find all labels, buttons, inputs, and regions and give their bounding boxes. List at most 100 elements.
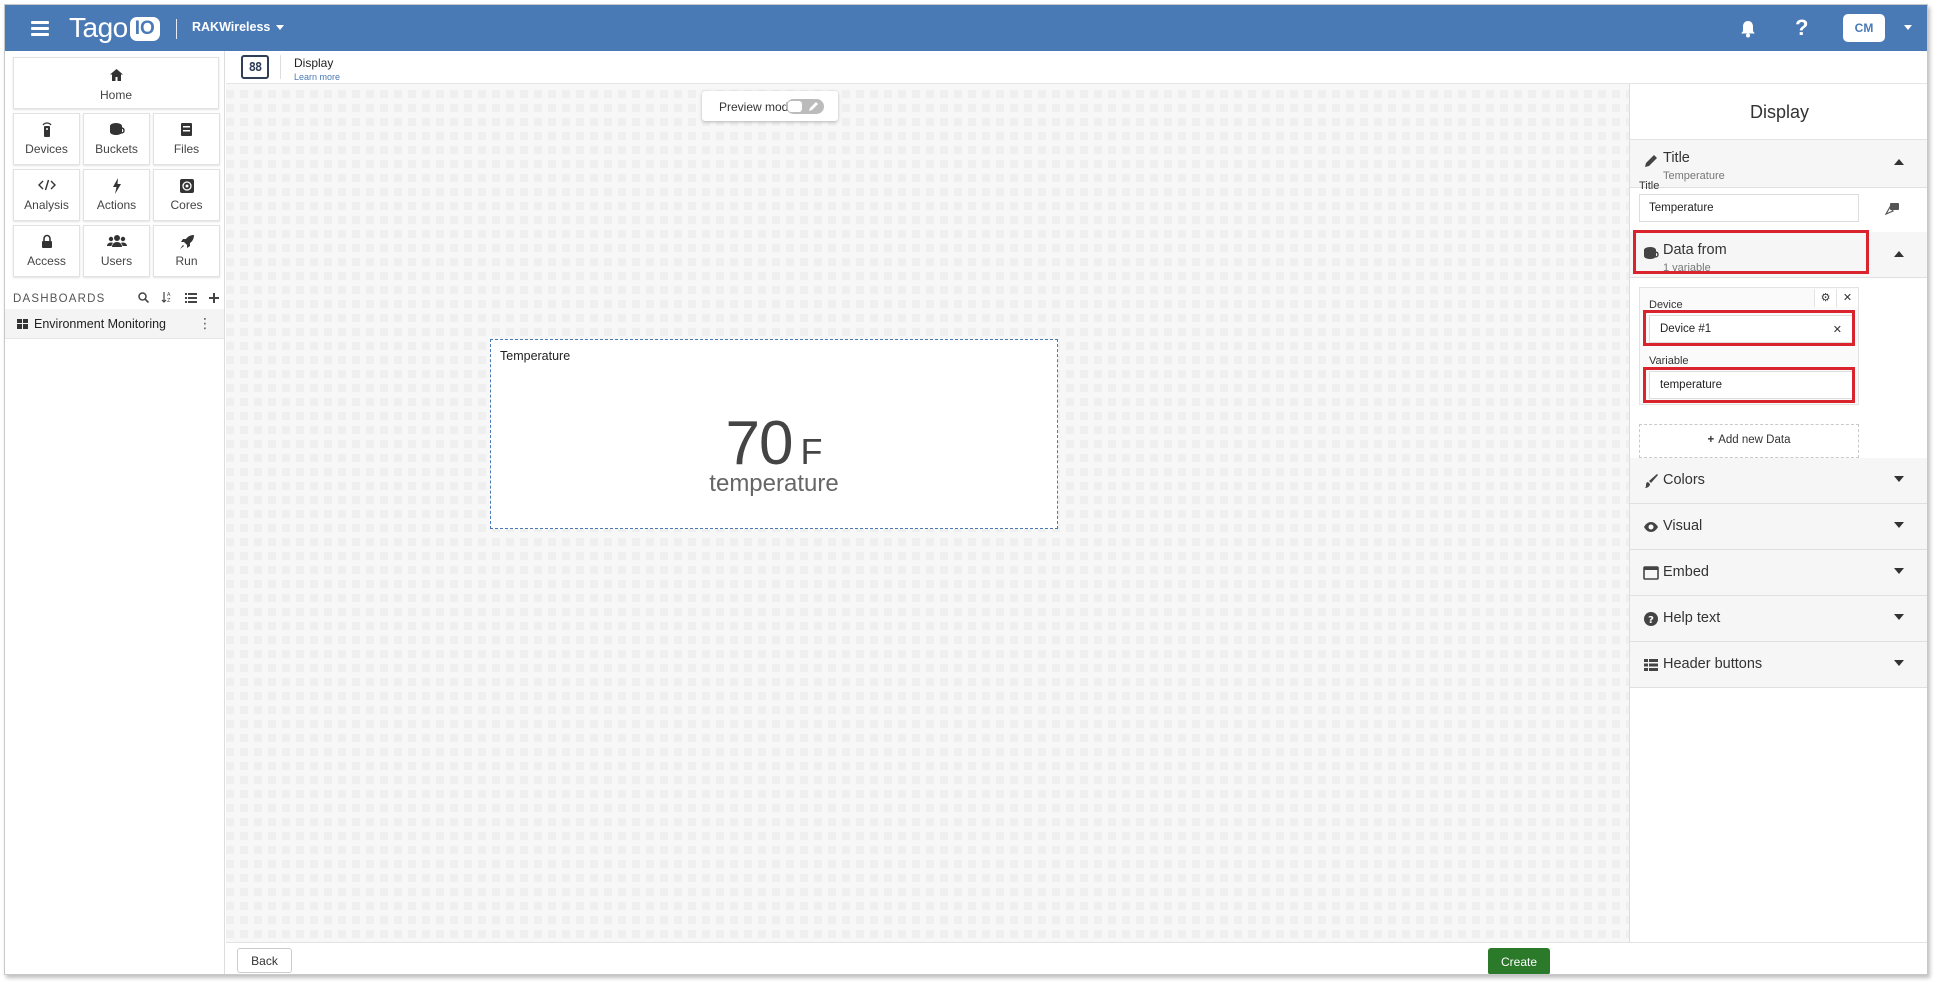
question-circle-icon: ? bbox=[1644, 612, 1658, 626]
create-button[interactable]: Create bbox=[1488, 948, 1550, 974]
sidebar-tile-label: Access bbox=[27, 254, 66, 268]
app-window: Tago IO RAKWireless ? CM Home Devices Buc… bbox=[4, 4, 1928, 975]
chevron-down-icon bbox=[276, 25, 285, 31]
list-icon[interactable] bbox=[184, 292, 197, 306]
learn-more-link[interactable]: Learn more bbox=[294, 72, 340, 82]
sidebar-tile-users[interactable]: Users bbox=[83, 225, 150, 277]
back-button[interactable]: Back bbox=[237, 948, 292, 973]
brush-icon bbox=[1645, 474, 1658, 488]
dashboard-grid-icon bbox=[17, 319, 28, 329]
section-name: Embed bbox=[1663, 564, 1709, 580]
preview-mode-control: Preview mode bbox=[702, 91, 838, 121]
title-input-value: Temperature bbox=[1649, 202, 1714, 214]
tago-logo[interactable]: Tago IO bbox=[69, 12, 160, 44]
section-data-from-header[interactable]: Data from 1 variable bbox=[1630, 232, 1927, 278]
user-menu-chevron-icon[interactable] bbox=[1904, 25, 1912, 30]
section-colors[interactable]: Colors bbox=[1630, 458, 1927, 504]
device-field-label: Device bbox=[1649, 299, 1683, 311]
bucket-icon bbox=[1644, 247, 1659, 259]
data-source-card: ⚙ ✕ Device Device #1 ✕ Variable temperat… bbox=[1639, 287, 1859, 405]
add-new-data-label: Add new Data bbox=[1718, 434, 1791, 446]
sidebar-tile-label: Buckets bbox=[95, 142, 138, 156]
svg-text:Z: Z bbox=[167, 298, 171, 303]
window-icon bbox=[1643, 566, 1659, 580]
topbar-divider bbox=[176, 19, 177, 39]
search-icon[interactable] bbox=[138, 292, 150, 306]
section-name: Help text bbox=[1663, 610, 1721, 626]
sidebar-tile-label: Cores bbox=[170, 198, 203, 212]
widget-value-unit: F bbox=[800, 431, 823, 472]
sidebar-tile-label: Actions bbox=[96, 198, 137, 212]
sidebar-tile-label: Users bbox=[100, 254, 133, 268]
variable-select[interactable]: temperature bbox=[1649, 371, 1853, 399]
sort-icon[interactable]: AZ bbox=[161, 291, 172, 306]
hamburger-menu-icon[interactable] bbox=[31, 21, 49, 36]
widget-settings-panel: Display Title Temperature Title Temperat… bbox=[1629, 84, 1927, 942]
preview-mode-label: Preview mode bbox=[719, 100, 796, 114]
eye-icon bbox=[1644, 522, 1658, 532]
preview-mode-toggle[interactable] bbox=[786, 99, 824, 114]
sidebar-tile-label: Analysis bbox=[24, 198, 69, 212]
section-embed[interactable]: Embed bbox=[1630, 550, 1927, 596]
sidebar-tile-devices[interactable]: Devices bbox=[13, 113, 80, 165]
sidebar-tile-label: Files bbox=[173, 142, 200, 156]
chevron-down-icon bbox=[1894, 522, 1904, 528]
section-title-header[interactable]: Title Temperature bbox=[1630, 140, 1927, 188]
sidebar-tile-analysis[interactable]: Analysis bbox=[13, 169, 80, 221]
kebab-menu-icon[interactable]: ⋮ bbox=[198, 315, 212, 332]
chevron-down-icon bbox=[1894, 660, 1904, 666]
gear-icon[interactable]: ⚙ bbox=[1814, 289, 1836, 307]
chevron-down-icon bbox=[1894, 568, 1904, 574]
add-dashboard-icon[interactable] bbox=[209, 292, 219, 306]
bell-icon[interactable] bbox=[1738, 19, 1758, 39]
section-header-buttons[interactable]: Header buttons bbox=[1630, 642, 1927, 688]
sidebar-tile-files[interactable]: Files bbox=[153, 113, 220, 165]
pencil-icon bbox=[809, 102, 818, 111]
rocket-icon bbox=[154, 234, 219, 252]
help-icon[interactable]: ? bbox=[1795, 15, 1808, 41]
files-icon bbox=[154, 122, 219, 140]
close-icon[interactable]: ✕ bbox=[1836, 289, 1858, 307]
chevron-down-icon bbox=[1894, 614, 1904, 620]
clear-device-icon[interactable]: ✕ bbox=[1833, 323, 1842, 336]
variable-insert-icon[interactable] bbox=[1885, 203, 1899, 215]
display-widget-preview[interactable]: Temperature 70 F temperature bbox=[490, 339, 1058, 529]
logo-text: Tago bbox=[69, 12, 128, 43]
dashboard-item-environment-monitoring[interactable]: Environment Monitoring ⋮ bbox=[5, 309, 224, 339]
code-icon bbox=[14, 178, 79, 196]
dashboards-title: DASHBOARDS bbox=[13, 293, 106, 305]
chevron-up-icon bbox=[1894, 251, 1904, 257]
sidebar-tile-run[interactable]: Run bbox=[153, 225, 220, 277]
device-select[interactable]: Device #1 ✕ bbox=[1649, 315, 1853, 343]
widget-value-number: 70 bbox=[725, 409, 794, 478]
sidebar-tile-label: Devices bbox=[25, 142, 68, 156]
sidebar-tile-buckets[interactable]: Buckets bbox=[83, 113, 150, 165]
panel-title: Display bbox=[1630, 84, 1927, 140]
section-name: Data from bbox=[1663, 242, 1727, 258]
logo-badge: IO bbox=[129, 17, 160, 41]
header-divider bbox=[280, 55, 281, 79]
title-input[interactable]: Temperature bbox=[1639, 194, 1859, 222]
dashboards-toolbar: AZ bbox=[129, 291, 219, 306]
add-new-data-button[interactable]: + Add new Data bbox=[1639, 424, 1859, 458]
section-subtitle: 1 variable bbox=[1663, 262, 1711, 274]
device-select-value: Device #1 bbox=[1660, 323, 1712, 335]
account-selector[interactable]: RAKWireless bbox=[192, 20, 285, 34]
users-icon bbox=[84, 234, 149, 252]
sidebar-tile-cores[interactable]: Cores bbox=[153, 169, 220, 221]
widget-type-title: Display bbox=[294, 56, 334, 70]
sidebar-tile-access[interactable]: Access bbox=[13, 225, 80, 277]
widget-title: Temperature bbox=[500, 349, 571, 363]
user-avatar[interactable]: CM bbox=[1843, 14, 1885, 42]
section-help-text[interactable]: ? Help text bbox=[1630, 596, 1927, 642]
dashboards-header: DASHBOARDS AZ bbox=[13, 291, 219, 306]
section-name: Header buttons bbox=[1663, 656, 1763, 672]
lock-icon bbox=[14, 234, 79, 252]
home-icon bbox=[14, 68, 218, 86]
chevron-up-icon bbox=[1894, 159, 1904, 165]
cores-icon bbox=[154, 178, 219, 196]
plus-icon: + bbox=[1707, 434, 1715, 446]
section-visual[interactable]: Visual bbox=[1630, 504, 1927, 550]
sidebar-tile-home[interactable]: Home bbox=[13, 57, 219, 109]
sidebar-tile-actions[interactable]: Actions bbox=[83, 169, 150, 221]
